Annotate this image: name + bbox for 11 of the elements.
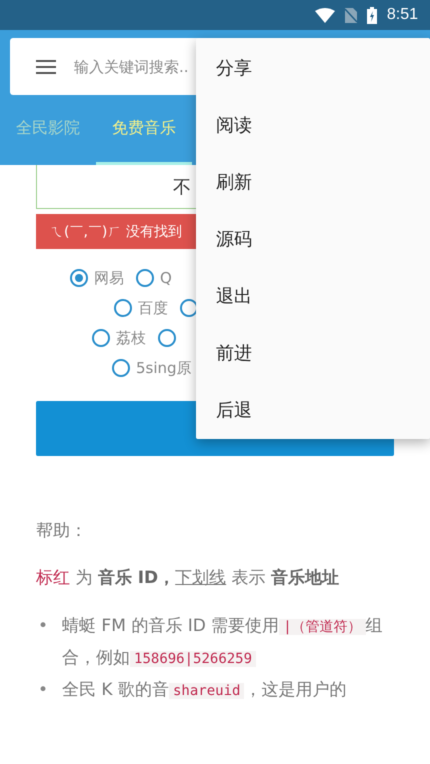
radio-label: 百度 [138,298,168,318]
help-title: 帮助： [36,520,88,542]
bullet-marker: • [38,615,48,638]
help-item: 全民 K 歌的音 shareuid ，这是用户的 [62,679,346,702]
bullet-marker: • [38,679,48,702]
legend-text: 标红 为 音乐 ID，下划线 表示 音乐地址 [36,567,340,589]
radio-label: Q [160,269,172,287]
radio-label: 网易 [94,268,124,288]
radio-label: 5sing原 [136,358,192,378]
clock-time: 8:51 [386,6,418,24]
radio-label: 荔枝 [116,328,146,348]
